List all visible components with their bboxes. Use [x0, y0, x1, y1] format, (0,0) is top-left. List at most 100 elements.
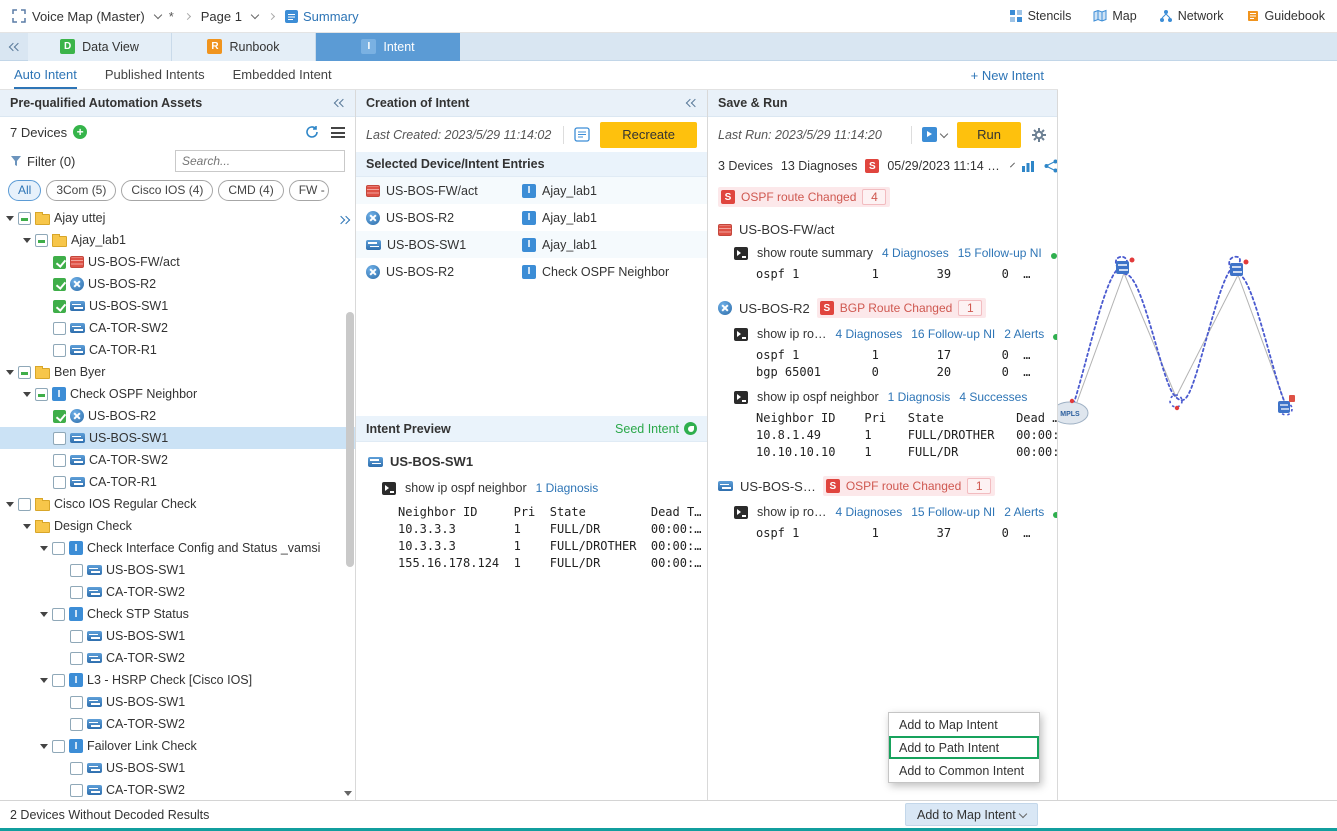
hamburger-menu-icon[interactable] [331, 127, 345, 138]
caret-expanded-icon[interactable] [40, 744, 48, 749]
checkbox-unchecked-icon[interactable] [70, 762, 83, 775]
device-alert-badge[interactable]: SOSPF route Changed1 [823, 476, 995, 496]
tree-item[interactable]: ICheck OSPF Neighbor [0, 383, 355, 405]
summary-link[interactable]: Summary [285, 9, 359, 24]
entry-row[interactable]: US-BOS-FW/actIAjay_lab1 [356, 177, 707, 204]
checkbox-unchecked-icon[interactable] [53, 322, 66, 335]
run-mode-selector[interactable] [922, 127, 947, 142]
nav-map[interactable]: Map [1093, 9, 1136, 23]
tree-item[interactable]: CA-TOR-SW2 [0, 581, 355, 603]
collapse-panel-icon[interactable] [334, 98, 345, 108]
tree-item[interactable]: US-BOS-SW1 [0, 559, 355, 581]
filter-chip-fw-ha-c[interactable]: FW - HA C [289, 180, 329, 201]
nav-guidebook[interactable]: Guidebook [1246, 9, 1325, 23]
checkbox-checked-icon[interactable] [53, 300, 66, 313]
search-input[interactable] [182, 154, 339, 168]
subtab-auto-intent[interactable]: Auto Intent [14, 61, 77, 89]
checkbox-checked-icon[interactable] [53, 410, 66, 423]
tree-item[interactable]: CA-TOR-SW2 [0, 317, 355, 339]
checkbox-unchecked-icon[interactable] [53, 454, 66, 467]
scrollbar-thumb[interactable] [346, 312, 354, 567]
new-intent-button[interactable]: + New Intent [971, 61, 1044, 89]
page-caret-icon[interactable] [251, 11, 259, 19]
seed-intent-button[interactable]: Seed Intent [615, 422, 697, 436]
filter-chip-all[interactable]: All [8, 180, 41, 201]
tree-item[interactable]: US-BOS-R2 [0, 405, 355, 427]
caret-expanded-icon[interactable] [23, 392, 31, 397]
tree-item[interactable]: IL3 - HSRP Check [Cisco IOS] [0, 669, 355, 691]
tab-intent[interactable]: IIntent [316, 33, 460, 61]
collapse-panel-icon[interactable] [686, 98, 697, 108]
tree-item[interactable]: CA-TOR-SW2 [0, 449, 355, 471]
tree-item[interactable]: Ben Byer [0, 361, 355, 383]
checkbox-unchecked-icon[interactable] [52, 542, 65, 555]
tree-item[interactable]: Design Check [0, 515, 355, 537]
checkbox-unchecked-icon[interactable] [52, 608, 65, 621]
result-link[interactable]: 15 Follow-up NI [911, 505, 995, 519]
checkbox-unchecked-icon[interactable] [70, 696, 83, 709]
caret-expanded-icon[interactable] [23, 238, 31, 243]
expand-corners-icon[interactable] [12, 9, 26, 23]
diagnosis-link[interactable]: 1 Diagnosis [536, 481, 599, 495]
filter-label[interactable]: Filter (0) [27, 154, 75, 169]
checkbox-unchecked-icon[interactable] [70, 586, 83, 599]
tree-scrollbar[interactable] [346, 212, 354, 784]
result-link[interactable]: 2 Alerts [1004, 505, 1044, 519]
tree-item[interactable]: CA-TOR-R1 [0, 471, 355, 493]
tab-runbook[interactable]: RRunbook [172, 33, 316, 61]
run-timestamp[interactable]: 05/29/2023 11:14 … [887, 159, 999, 173]
alert-badge[interactable]: S OSPF route Changed 4 [718, 187, 890, 207]
caret-expanded-icon[interactable] [40, 612, 48, 617]
checkbox-partial-icon[interactable] [35, 388, 48, 401]
map-canvas[interactable]: MPLS [1058, 61, 1337, 800]
tree-item[interactable]: CA-TOR-SW2 [0, 713, 355, 735]
result-link[interactable]: 4 Diagnoses [835, 327, 902, 341]
tree-item[interactable]: Ajay_lab1 [0, 229, 355, 251]
tree-item[interactable]: CA-TOR-SW2 [0, 647, 355, 669]
run-button[interactable]: Run [957, 122, 1021, 148]
checkbox-unchecked-icon[interactable] [18, 498, 31, 511]
timestamp-caret-icon[interactable] [1010, 163, 1015, 168]
caret-expanded-icon[interactable] [6, 502, 14, 507]
device-alert-badge[interactable]: SBGP Route Changed1 [817, 298, 987, 318]
entry-row[interactable]: US-BOS-R2ICheck OSPF Neighbor [356, 258, 707, 285]
tree-item[interactable]: US-BOS-SW1 [0, 427, 355, 449]
checkbox-unchecked-icon[interactable] [70, 630, 83, 643]
add-to-map-intent-button[interactable]: Add to Map Intent [905, 803, 1038, 826]
filter-funnel-icon[interactable] [10, 155, 22, 167]
add-device-icon[interactable] [73, 125, 87, 139]
checkbox-unchecked-icon[interactable] [70, 718, 83, 731]
chart-icon[interactable] [1021, 160, 1035, 173]
context-menu-item[interactable]: Add to Common Intent [889, 759, 1039, 782]
nav-network[interactable]: Network [1159, 9, 1224, 23]
tree-item[interactable]: Ajay uttej [0, 207, 355, 229]
tree-item[interactable]: Cisco IOS Regular Check [0, 493, 355, 515]
tree-item[interactable]: US-BOS-SW1 [0, 757, 355, 779]
tree-item[interactable]: ICheck STP Status [0, 603, 355, 625]
filter-chip-3com-5[interactable]: 3Com (5) [46, 180, 116, 201]
checkbox-unchecked-icon[interactable] [53, 432, 66, 445]
collapse-tabs-button[interactable] [0, 42, 28, 52]
result-link[interactable]: 16 Follow-up NI [911, 327, 995, 341]
entry-row[interactable]: US-BOS-SW1IAjay_lab1 [356, 231, 707, 258]
caret-expanded-icon[interactable] [40, 546, 48, 551]
caret-expanded-icon[interactable] [23, 524, 31, 529]
caret-expanded-icon[interactable] [6, 370, 14, 375]
caret-expanded-icon[interactable] [40, 678, 48, 683]
map-title-caret-icon[interactable] [153, 11, 161, 19]
checkbox-partial-icon[interactable] [18, 366, 31, 379]
refresh-icon[interactable] [305, 125, 319, 139]
context-menu-item[interactable]: Add to Path Intent [889, 736, 1039, 759]
checkbox-partial-icon[interactable] [18, 212, 31, 225]
map-device-end[interactable] [1175, 395, 1295, 413]
scroll-down-icon[interactable] [344, 791, 352, 796]
checkbox-unchecked-icon[interactable] [52, 740, 65, 753]
tree-item[interactable]: US-BOS-SW1 [0, 295, 355, 317]
tree-item[interactable]: IFailover Link Check [0, 735, 355, 757]
filter-chip-cmd-4[interactable]: CMD (4) [218, 180, 283, 201]
tree-item[interactable]: US-BOS-FW/act [0, 251, 355, 273]
entry-row[interactable]: US-BOS-R2IAjay_lab1 [356, 204, 707, 231]
subtab-published-intents[interactable]: Published Intents [105, 61, 205, 89]
result-link[interactable]: 4 Successes [959, 390, 1027, 404]
tree-item[interactable]: US-BOS-R2 [0, 273, 355, 295]
